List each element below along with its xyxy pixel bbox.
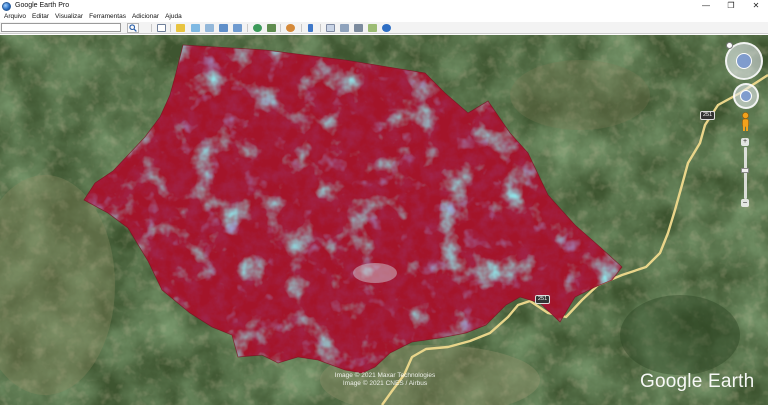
- ruler-icon[interactable]: [308, 24, 313, 32]
- placemark-icon[interactable]: [176, 24, 185, 32]
- image-overlay-icon[interactable]: [219, 24, 228, 32]
- toolbar-separator: [247, 24, 248, 32]
- earth-gallery-icon[interactable]: [382, 24, 391, 32]
- menu-visualizar[interactable]: Visualizar: [52, 12, 86, 22]
- north-indicator[interactable]: [726, 42, 733, 49]
- look-around-control[interactable]: [725, 42, 763, 80]
- window-title: Google Earth Pro: [15, 2, 70, 9]
- move-control[interactable]: [733, 83, 759, 109]
- look-joystick-icon: [736, 53, 752, 69]
- road-shield: 251: [535, 295, 551, 304]
- save-image-icon[interactable]: [354, 24, 363, 32]
- toolbar: [0, 22, 768, 34]
- path-icon[interactable]: [205, 24, 214, 32]
- zoom-out-button[interactable]: −: [741, 199, 749, 207]
- search-input[interactable]: [1, 23, 121, 32]
- menu-ferramentas[interactable]: Ferramentas: [86, 12, 129, 22]
- polygon-icon[interactable]: [191, 24, 200, 32]
- toolbar-separator: [170, 24, 171, 32]
- zoom-in-button[interactable]: +: [741, 138, 749, 146]
- imagery-attribution: Image © 2021 Maxar Technologies Image © …: [300, 372, 470, 388]
- menu-ajuda[interactable]: Ajuda: [162, 12, 185, 22]
- zoom-slider-thumb[interactable]: [741, 168, 749, 173]
- email-icon[interactable]: [326, 24, 335, 32]
- maximize-button[interactable]: ❐: [719, 0, 743, 12]
- attribution-line: Image © 2021 Maxar Technologies: [334, 372, 436, 379]
- planets-icon[interactable]: [286, 24, 295, 32]
- move-joystick-icon: [740, 90, 752, 102]
- sunlight-icon[interactable]: [267, 24, 276, 32]
- satellite-imagery: [0, 35, 768, 405]
- sidebar-toggle-icon[interactable]: [157, 24, 166, 32]
- print-icon[interactable]: [340, 24, 349, 32]
- google-earth-logo: Google Earth: [640, 371, 755, 392]
- zoom-slider-track[interactable]: [744, 147, 747, 199]
- road-shield: 251: [700, 111, 716, 120]
- menu-editar[interactable]: Editar: [29, 12, 52, 22]
- search-button[interactable]: [127, 23, 139, 33]
- google-earth-window: Google Earth Pro — ❐ ✕ Arquivo Editar Vi…: [0, 0, 768, 405]
- toolbar-separator: [320, 24, 321, 32]
- toolbar-separator: [151, 24, 152, 32]
- menu-arquivo[interactable]: Arquivo: [0, 12, 29, 22]
- title-bar: Google Earth Pro — ❐ ✕: [0, 0, 768, 12]
- toolbar-separator: [301, 24, 302, 32]
- minimize-button[interactable]: —: [694, 0, 718, 12]
- google-earth-icon: [2, 1, 11, 11]
- view-in-maps-icon[interactable]: [368, 24, 377, 32]
- toolbar-separator: [280, 24, 281, 32]
- attribution-line: Image © 2021 CNES / Airbus: [342, 380, 428, 387]
- map-view[interactable]: 251 251: [0, 35, 768, 405]
- record-tour-icon[interactable]: [233, 24, 242, 32]
- menu-adicionar[interactable]: Adicionar: [129, 12, 162, 22]
- search-icon: [129, 24, 137, 32]
- historical-imagery-icon[interactable]: [253, 24, 262, 32]
- street-view-pegman-icon[interactable]: [740, 112, 751, 132]
- menu-bar: Arquivo Editar Visualizar Ferramentas Ad…: [0, 12, 768, 22]
- close-button[interactable]: ✕: [744, 0, 768, 12]
